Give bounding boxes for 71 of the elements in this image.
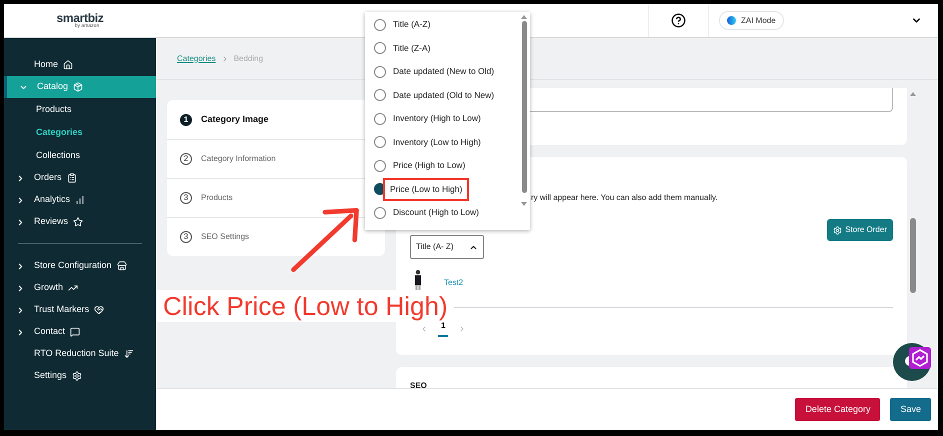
radio[interactable] [374, 42, 386, 54]
bar-chart-icon [75, 195, 86, 205]
option-label: Discount (High to Low) [393, 206, 479, 220]
mode-icon [727, 16, 736, 25]
radio[interactable] [374, 66, 386, 78]
sidebar-item[interactable]: Contact [4, 321, 156, 343]
sort-option[interactable]: Title (Z-A) [365, 36, 518, 60]
sidebar-item[interactable]: Reviews [4, 211, 156, 233]
sort-option[interactable]: Date updated (New to Old) [365, 60, 518, 84]
sidebar-item[interactable]: Orders [4, 167, 156, 189]
star-icon [73, 217, 84, 227]
house-icon [63, 60, 74, 70]
products-description: ry will appear here. You can also add them manually. [530, 192, 719, 204]
chevron-right-icon [16, 174, 25, 182]
mode-toggle[interactable]: ZAI Mode [719, 11, 784, 30]
save-button[interactable]: Save [890, 398, 931, 421]
box-icon [73, 82, 84, 92]
sidebar-subitem[interactable]: Products [4, 98, 156, 121]
chevron-right-icon [16, 328, 25, 336]
radio[interactable] [374, 89, 386, 102]
store-icon [116, 261, 127, 271]
sidebar-item[interactable]: RTO Reduction Suite [4, 343, 156, 365]
clipboard-icon [66, 173, 77, 183]
option-label: Title (A-Z) [393, 18, 430, 32]
chat-icon [70, 327, 80, 337]
chevron-right-icon [16, 284, 25, 292]
sidebar-subitem[interactable]: Collections [4, 144, 156, 167]
radio[interactable] [374, 18, 386, 31]
help-icon[interactable] [671, 13, 686, 28]
option-label: Date updated (New to Old) [393, 65, 494, 78]
product-link[interactable]: Test2 [444, 277, 464, 289]
option-label: Date updated (Old to New) [393, 88, 494, 102]
breadcrumb-link[interactable]: Categories [177, 52, 216, 64]
settings-icon [72, 371, 82, 381]
sidebar-item[interactable]: Analytics [4, 189, 156, 211]
store-order-button[interactable]: Store Order [827, 219, 893, 241]
radio[interactable] [374, 112, 386, 125]
option-label: Inventory (High to Low) [393, 112, 481, 126]
sidebar-item[interactable]: Store Configuration [4, 255, 156, 277]
seo-title: SEO [410, 381, 427, 388]
trend-up-icon [68, 283, 78, 293]
step-number: 3 [180, 231, 192, 243]
sidebar-item[interactable]: Home [4, 54, 156, 76]
delete-button[interactable]: Delete Category [795, 398, 880, 421]
step-number: 2 [180, 153, 192, 165]
breadcrumb-current: Bedding [234, 52, 264, 64]
option-label: Title (Z-A) [393, 42, 430, 55]
settings-icon [833, 226, 842, 234]
step-number: 1 [180, 114, 192, 126]
chevron-right-icon [16, 262, 25, 270]
sidebar-item[interactable]: Growth [4, 277, 156, 299]
option-label: Inventory (Low to High) [393, 136, 481, 149]
sidebar-item[interactable]: Trust Markers [4, 299, 156, 321]
scrollbar[interactable] [522, 21, 526, 193]
chevron-right-icon [16, 196, 25, 204]
radio[interactable] [374, 160, 386, 172]
chevron-right-icon [16, 306, 25, 314]
previous-page-icon[interactable] [420, 324, 428, 332]
sort-option[interactable]: Title (A-Z) [365, 13, 518, 36]
option-label: Price (Low to High) [385, 180, 468, 199]
sort-icon [124, 349, 134, 359]
logo: smartbiz [56, 12, 104, 24]
step-number: 3 [180, 192, 192, 204]
chevron-right-icon [16, 218, 25, 226]
sidebar-item[interactable]: Settings [4, 365, 156, 387]
sort-select[interactable]: Title (A- Z) [410, 235, 484, 259]
option-label: Price (High to Low) [393, 159, 466, 172]
radio[interactable] [374, 136, 386, 148]
radio[interactable] [374, 206, 386, 219]
sidebar-subitem[interactable]: Categories [4, 121, 156, 144]
annotation-text: Click Price (Low to High) [157, 290, 454, 322]
